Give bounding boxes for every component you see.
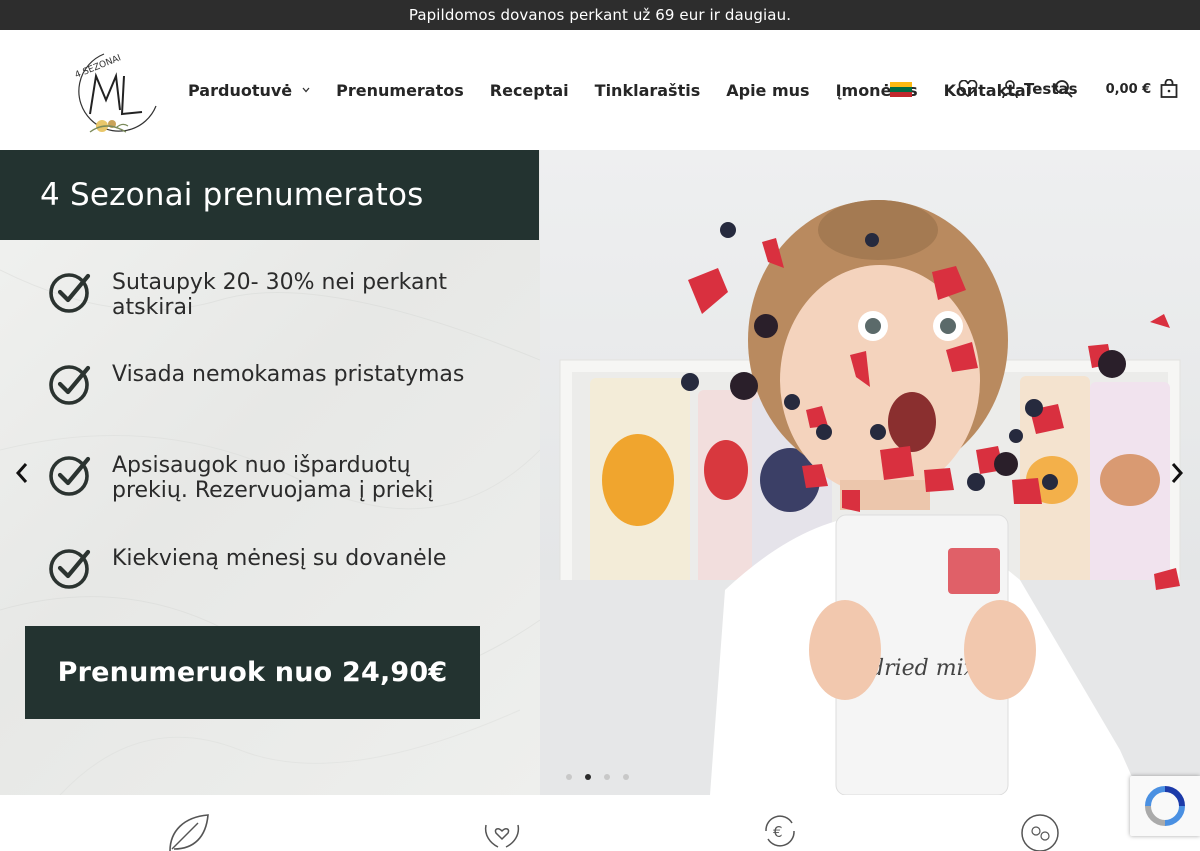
girl-with-berries-illustration: dried mix — [540, 150, 1200, 795]
nav-shop-label: Parduotuvė — [188, 80, 293, 100]
subscribe-button-label: Prenumeruok nuo 24,90€ — [57, 657, 448, 688]
chevron-down-icon[interactable] — [302, 85, 310, 96]
benefit-text: Kiekvieną mėnesį su dovanėle — [112, 546, 447, 571]
nav-recipes[interactable]: Receptai — [490, 81, 569, 100]
nav-recipes-label: Receptai — [489, 80, 569, 100]
nav-blog[interactable]: Tinklaraštis — [595, 81, 701, 100]
nav-subscriptions[interactable]: Prenumeratos — [336, 81, 464, 100]
chevron-left-icon — [15, 463, 28, 483]
features-row: € — [0, 795, 1200, 851]
header-actions: Testas 0,00 € — [956, 76, 1181, 102]
hero-title: 4 Sezonai prenumeratos — [40, 177, 424, 213]
recaptcha-icon — [1145, 786, 1185, 826]
recaptcha-badge[interactable] — [1130, 776, 1200, 836]
slider-pagination — [566, 774, 642, 780]
search-icon[interactable] — [1052, 77, 1076, 101]
main-navigation: Parduotuvė Prenumeratos Receptai Tinklar… — [188, 78, 1057, 102]
nav-subscriptions-label: Prenumeratos — [336, 80, 464, 100]
heart-icon[interactable] — [956, 77, 980, 101]
user-icon — [998, 77, 1022, 101]
hands-heart-icon — [484, 824, 520, 848]
benefit-text: Visada nemokamas pristatymas — [112, 362, 465, 387]
bag-icon[interactable] — [1157, 77, 1181, 101]
leaf-icon — [169, 814, 209, 851]
announcement-text: Papildomos dovanos perkant už 69 eur ir … — [408, 6, 792, 24]
check-circle-icon — [49, 365, 91, 405]
benefit-text: Apsisaugok nuo išparduotų prekių. Rezerv… — [112, 453, 434, 503]
slider-dot[interactable] — [566, 774, 572, 780]
hero-text-panel: 4 Sezonai prenumeratos Sutaupyk 20- 30% … — [0, 150, 540, 795]
benefit-item: Apsisaugok nuo išparduotų prekių. Rezerv… — [48, 453, 472, 503]
check-circle-icon — [49, 273, 91, 313]
chevron-right-icon — [1171, 463, 1184, 483]
benefit-text: Sutaupyk 20- 30% nei perkant atskirai — [112, 270, 448, 320]
slider-dot[interactable] — [604, 774, 610, 780]
cart-total[interactable]: 0,00 € — [1106, 82, 1152, 97]
subscribe-button[interactable]: Prenumeruok nuo 24,90€ — [25, 626, 480, 719]
slider-next-button[interactable] — [1165, 460, 1189, 486]
announcement-bar: Papildomos dovanos perkant už 69 eur ir … — [0, 0, 1200, 30]
nav-about[interactable]: Apie mus — [726, 81, 809, 100]
slider-dot-active[interactable] — [585, 774, 591, 780]
nav-blog-label: Tinklaraštis — [594, 80, 701, 100]
nav-shop[interactable]: Parduotuvė — [188, 81, 310, 100]
hero-photo: dried mix — [540, 150, 1200, 795]
slider-dot[interactable] — [623, 774, 629, 780]
euro-cycle-icon: € — [765, 815, 795, 847]
hero-title-box: 4 Sezonai prenumeratos — [0, 150, 539, 240]
fruit-circle-icon — [1021, 814, 1059, 851]
logo-emblem-icon: 4 SEZONAI — [74, 53, 157, 133]
svg-text:dried mix: dried mix — [870, 656, 977, 681]
svg-text:€: € — [773, 823, 783, 841]
check-circle-icon — [49, 456, 91, 496]
check-circle-icon — [49, 549, 91, 589]
benefit-item: Visada nemokamas pristatymas — [48, 362, 512, 406]
site-header: 4 SEZONAI Parduotuvė Prenumeratos Recept… — [0, 30, 1200, 150]
benefit-item: Kiekvieną mėnesį su dovanėle — [48, 546, 512, 590]
slider-prev-button[interactable] — [10, 460, 34, 486]
nav-about-label: Apie mus — [726, 80, 810, 100]
lithuania-flag[interactable] — [890, 82, 912, 97]
benefit-item: Sutaupyk 20- 30% nei perkant atskirai — [48, 270, 492, 320]
hero-slider: 4 Sezonai prenumeratos Sutaupyk 20- 30% … — [0, 150, 1200, 795]
site-logo[interactable]: 4 SEZONAI — [60, 42, 160, 140]
